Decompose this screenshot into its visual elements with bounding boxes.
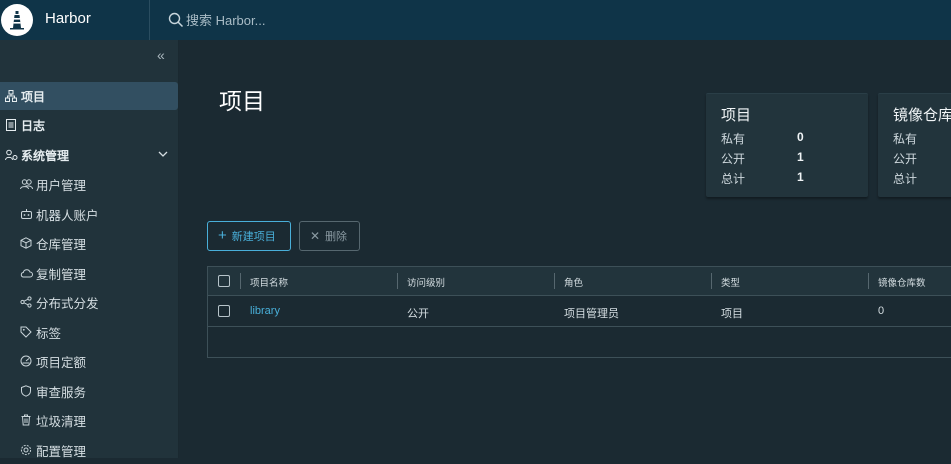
- row-label: 公开: [721, 152, 746, 166]
- row-label: 总计: [721, 172, 746, 186]
- sidebar-item-label: 机器人账户: [36, 208, 99, 223]
- column-header-role[interactable]: 角色: [564, 275, 583, 289]
- sidebar-item-logs[interactable]: 日志: [0, 111, 178, 139]
- row-value: 0: [797, 130, 804, 144]
- card-row-total: 总计 1: [721, 170, 841, 186]
- row-label: 私有: [893, 132, 918, 146]
- sidebar-item-label: 仓库管理: [36, 237, 87, 252]
- search-icon[interactable]: [168, 12, 184, 28]
- sidebar-item-interrogation[interactable]: 审查服务: [0, 377, 178, 405]
- quota-icon: [19, 354, 33, 368]
- sidebar-item-replication[interactable]: 复制管理: [0, 259, 178, 287]
- sidebar-item-label: 审查服务: [36, 385, 87, 400]
- sidebar-item-distribution[interactable]: 分布式分发: [0, 288, 178, 316]
- registry-icon: [19, 236, 33, 250]
- row-label: 公开: [893, 152, 918, 166]
- card-row-public: 公开: [893, 150, 951, 166]
- column-divider[interactable]: [868, 273, 869, 289]
- robot-icon: [19, 207, 33, 221]
- search-input[interactable]: [184, 12, 406, 28]
- sidebar: « 项目 日志 系统管理 用户管理 机器人账户 仓库管理 复制管理 分布式分发 …: [0, 40, 179, 459]
- trash-icon: [19, 413, 33, 427]
- shield-icon: [19, 384, 33, 398]
- sidebar-item-projects[interactable]: 项目: [0, 82, 178, 110]
- select-all-checkbox[interactable]: [218, 275, 230, 287]
- projects-icon: [4, 89, 18, 103]
- table-row: library 公开 项目管理员 项目 0: [208, 296, 951, 327]
- distribution-icon: [19, 295, 33, 309]
- admin-icon: [4, 148, 18, 162]
- role-cell: 项目管理员: [564, 308, 619, 320]
- close-icon: ✕: [310, 229, 321, 243]
- sidebar-item-quotas[interactable]: 项目定额: [0, 347, 178, 375]
- type-cell: 项目: [721, 308, 743, 320]
- sidebar-item-label: 分布式分发: [36, 296, 99, 311]
- column-header-name[interactable]: 项目名称: [250, 275, 288, 289]
- sidebar-item-label: 复制管理: [36, 267, 87, 282]
- page-title: 项目: [219, 88, 265, 114]
- button-label: 新建项目: [231, 231, 276, 243]
- row-label: 私有: [721, 132, 746, 146]
- logs-icon: [4, 118, 18, 132]
- sidebar-item-label: 标签: [36, 326, 62, 341]
- sidebar-item-label: 系统管理: [21, 148, 70, 163]
- collapse-sidebar-icon[interactable]: «: [157, 48, 171, 62]
- sidebar-item-label: 垃圾清理: [36, 414, 87, 429]
- sidebar-item-label: 项目: [21, 89, 46, 104]
- table-header: 项目名称 访问级别 角色 类型 镜像仓库数: [208, 267, 951, 296]
- row-label: 总计: [893, 172, 918, 186]
- tag-icon: [19, 325, 33, 339]
- card-title: 镜像仓库: [893, 107, 951, 124]
- access-level-cell: 公开: [407, 308, 429, 320]
- project-name-link[interactable]: library: [250, 305, 280, 317]
- card-title: 项目: [721, 107, 752, 124]
- column-divider[interactable]: [554, 273, 555, 289]
- projects-summary-card: 项目 私有 0 公开 1 总计 1: [706, 93, 868, 197]
- row-checkbox[interactable]: [218, 305, 230, 317]
- sidebar-item-robot-accounts[interactable]: 机器人账户: [0, 200, 178, 228]
- repositories-summary-card: 镜像仓库 私有 公开 总计: [878, 93, 951, 197]
- lighthouse-icon: [10, 11, 24, 30]
- sidebar-item-admin[interactable]: 系统管理: [0, 141, 178, 169]
- sidebar-item-label: 用户管理: [36, 178, 87, 193]
- replication-icon: [19, 266, 33, 280]
- global-search: [168, 8, 428, 32]
- header-divider: [149, 0, 150, 40]
- column-divider[interactable]: [397, 273, 398, 289]
- sidebar-item-labels[interactable]: 标签: [0, 318, 178, 346]
- harbor-logo[interactable]: [1, 4, 33, 36]
- card-row-private: 私有 0: [721, 130, 841, 146]
- delete-button[interactable]: ✕ 删除: [299, 221, 360, 251]
- repo-count-cell: 0: [878, 305, 885, 317]
- column-divider: [240, 273, 241, 289]
- header-bar: Harbor: [0, 0, 951, 40]
- sidebar-item-gc[interactable]: 垃圾清理: [0, 406, 178, 434]
- sidebar-item-label: 日志: [21, 118, 46, 133]
- users-icon: [19, 177, 33, 191]
- sidebar-item-users[interactable]: 用户管理: [0, 170, 178, 198]
- column-header-access[interactable]: 访问级别: [407, 275, 445, 289]
- column-header-repo-count[interactable]: 镜像仓库数: [878, 275, 926, 289]
- sidebar-item-registries[interactable]: 仓库管理: [0, 229, 178, 257]
- row-value: 1: [797, 170, 804, 184]
- chevron-down-icon[interactable]: [158, 150, 168, 158]
- row-value: 1: [797, 150, 804, 164]
- sidebar-item-configuration[interactable]: 配置管理: [0, 436, 178, 464]
- card-row-private: 私有: [893, 130, 951, 146]
- gear-icon: [19, 443, 33, 457]
- new-project-button[interactable]: + 新建项目: [207, 221, 291, 251]
- sidebar-item-label: 项目定额: [36, 355, 87, 370]
- card-row-public: 公开 1: [721, 150, 841, 166]
- column-divider[interactable]: [711, 273, 712, 289]
- column-header-type[interactable]: 类型: [721, 275, 740, 289]
- app-name[interactable]: Harbor: [45, 9, 91, 29]
- plus-icon: +: [218, 227, 227, 244]
- button-label: 删除: [325, 231, 348, 243]
- projects-table: 项目名称 访问级别 角色 类型 镜像仓库数 library 公开 项目管理员 项…: [207, 266, 951, 358]
- sidebar-item-label: 配置管理: [36, 444, 87, 459]
- card-row-total: 总计: [893, 170, 951, 186]
